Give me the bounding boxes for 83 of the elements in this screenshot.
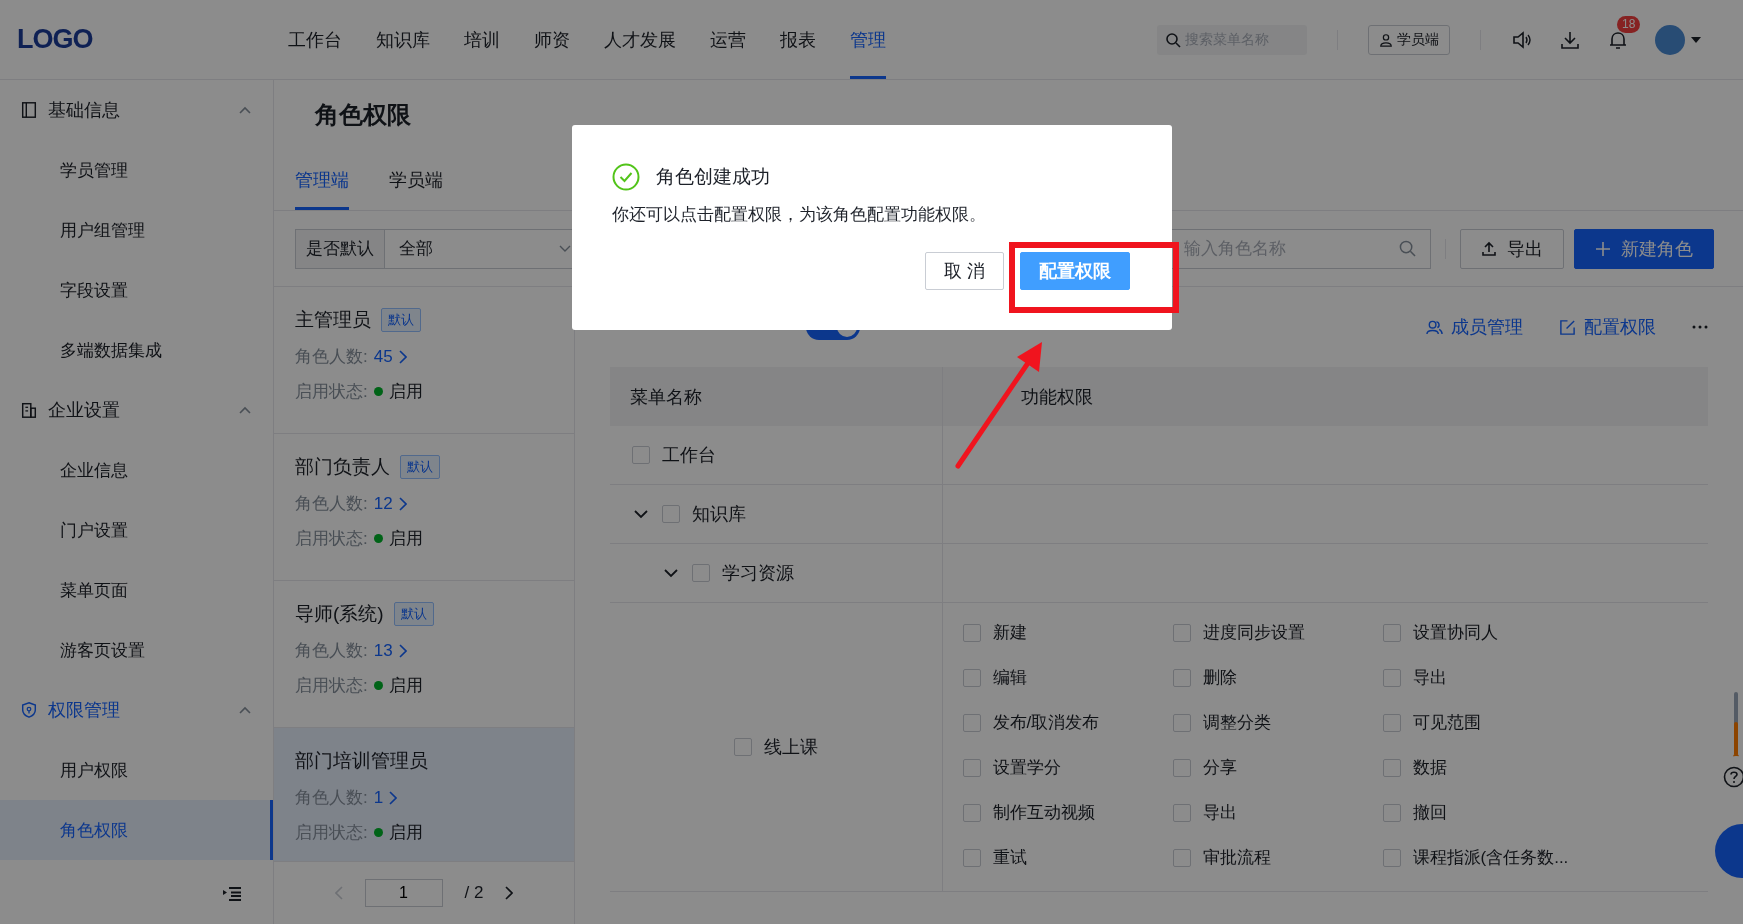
sidebar-group[interactable]: 企业设置 [0, 380, 273, 440]
status-value: 启用 [388, 528, 423, 550]
nav-tab[interactable]: 管理 [850, 0, 886, 79]
sidebar-item[interactable]: 菜单页面 [0, 560, 273, 620]
permission-label: 删除 [1202, 667, 1237, 689]
export-button[interactable]: 导出 [1460, 228, 1564, 269]
role-card[interactable]: 主管理员 默认 角色人数: 45 启用状态: 启用 [274, 287, 574, 434]
column-header: 功能权限 [942, 367, 1708, 426]
member-count-link[interactable]: 13 [373, 640, 407, 661]
sidebar-item[interactable]: 企业信息 [0, 440, 273, 500]
tab[interactable]: 管理端 [295, 150, 349, 210]
member-count-link[interactable]: 1 [373, 787, 398, 808]
menu-name: 工作台 [662, 444, 716, 467]
nav-tab[interactable]: 工作台 [288, 0, 342, 79]
status-value: 启用 [388, 381, 423, 403]
page-title: 角色权限 [315, 100, 411, 130]
column-header: 菜单名称 [610, 367, 942, 426]
permission-label: 课程指派(含任务数... [1412, 847, 1569, 869]
permission-label: 发布/取消发布 [992, 712, 1100, 734]
count-label: 角色人数: [295, 640, 368, 662]
tab[interactable]: 学员端 [389, 150, 443, 210]
role-name: 部门培训管理员 [295, 749, 428, 773]
sidebar-item[interactable]: 学员管理 [0, 140, 273, 200]
configure-permissions-link[interactable]: 配置权限 [1559, 315, 1656, 339]
member-count-link[interactable]: 12 [373, 493, 407, 514]
status-label: 启用状态: [295, 381, 368, 403]
permission-label: 数据 [1412, 757, 1447, 779]
notification-badge: 18 [1617, 15, 1641, 33]
student-portal-button[interactable]: 学员端 [1368, 24, 1450, 55]
permission-label: 设置学分 [992, 757, 1061, 779]
nav-tab[interactable]: 培训 [464, 0, 500, 79]
permission-label: 导出 [1202, 802, 1237, 824]
status-label: 启用状态: [295, 528, 368, 550]
permission-label: 编辑 [992, 667, 1027, 689]
sidebar-item[interactable]: 字段设置 [0, 260, 273, 320]
page-total: / 2 [464, 883, 484, 903]
permission-label: 调整分类 [1202, 712, 1271, 734]
sidebar-group[interactable]: 权限管理 [0, 680, 273, 740]
permission-label: 制作互动视频 [992, 802, 1095, 824]
menu-name: 学习资源 [722, 562, 794, 585]
sidebar-item[interactable]: 角色权限 [0, 800, 273, 860]
permission-label: 设置协同人 [1412, 622, 1498, 644]
page-input[interactable]: 1 [364, 879, 443, 907]
nav-tab[interactable]: 报表 [780, 0, 816, 79]
permission-label: 导出 [1412, 667, 1447, 689]
role-name: 导师(系统) [295, 602, 384, 626]
menu-name: 线上课 [763, 736, 818, 759]
nav-tab[interactable]: 运营 [710, 0, 746, 79]
role-card[interactable]: 部门负责人 默认 角色人数: 12 启用状态: 启用 [274, 434, 574, 581]
status-value: 启用 [388, 675, 423, 697]
permission-label: 撤回 [1412, 802, 1447, 824]
default-tag: 默认 [381, 308, 421, 332]
status-label: 启用状态: [295, 675, 368, 697]
sidebar-item[interactable]: 用户组管理 [0, 200, 273, 260]
sidebar-item[interactable]: 门户设置 [0, 500, 273, 560]
count-label: 角色人数: [295, 493, 368, 515]
dialog-title: 角色创建成功 [656, 165, 770, 189]
member-count-link[interactable]: 45 [373, 346, 407, 367]
permission-label: 进度同步设置 [1202, 622, 1305, 644]
logo[interactable]: LOGO [17, 24, 93, 55]
permission-label: 分享 [1202, 757, 1237, 779]
role-name: 主管理员 [295, 308, 371, 332]
menu-name: 知识库 [692, 503, 746, 526]
sidebar-item[interactable]: 游客页设置 [0, 620, 273, 680]
dialog-message: 你还可以点击配置权限，为该角色配置功能权限。 [612, 204, 987, 226]
sidebar-item[interactable]: 用户权限 [0, 740, 273, 800]
role-name: 部门负责人 [295, 455, 390, 479]
nav-tab[interactable]: 人才发展 [604, 0, 676, 79]
permission-label: 审批流程 [1202, 847, 1271, 869]
permission-label: 可见范围 [1412, 712, 1481, 734]
sidebar-item[interactable]: 多端数据集成 [0, 320, 273, 380]
status-value: 启用 [388, 822, 423, 844]
sidebar-group[interactable]: 基础信息 [0, 80, 273, 140]
nav-tab[interactable]: 知识库 [376, 0, 430, 79]
nav-tab[interactable]: 师资 [534, 0, 570, 79]
member-management-link[interactable]: 成员管理 [1426, 315, 1523, 339]
default-tag: 默认 [400, 455, 440, 479]
count-label: 角色人数: [295, 346, 368, 368]
cancel-button[interactable]: 取 消 [925, 252, 1004, 290]
new-role-button[interactable]: 新建角色 [1574, 228, 1714, 269]
permission-label: 重试 [992, 847, 1027, 869]
default-tag: 默认 [393, 602, 434, 626]
permission-label: 新建 [992, 622, 1027, 644]
